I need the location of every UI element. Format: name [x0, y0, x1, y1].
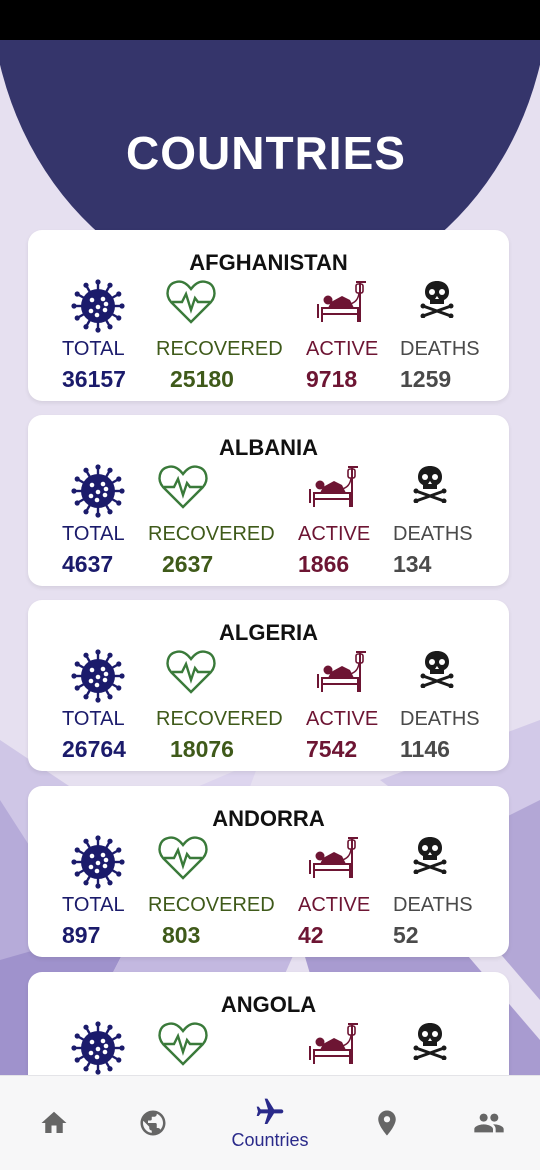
stat-label: ACTIVE	[298, 523, 371, 545]
stat-label: RECOVERED	[148, 894, 275, 916]
stat-recovered: RECOVERED 25180	[156, 230, 286, 401]
hospital-bed-icon	[309, 837, 358, 878]
nav-globe[interactable]	[99, 1076, 207, 1170]
stat-value: 42	[298, 922, 324, 948]
active-icon-wrapper	[306, 834, 364, 886]
globe-icon	[140, 1110, 166, 1135]
virus-icon	[71, 649, 125, 703]
page-title: COUNTRIES	[126, 127, 406, 179]
deaths-icon-wrapper	[420, 648, 454, 700]
skull-crossbones-icon	[420, 281, 454, 318]
nav-countries-label: Countries	[231, 1130, 309, 1150]
home-icon	[41, 1111, 67, 1133]
deaths-icon-wrapper	[413, 463, 447, 515]
recovered-icon-wrapper	[156, 834, 210, 886]
skull-crossbones-icon	[413, 837, 447, 874]
stat-recovered: RECOVERED 803	[148, 786, 278, 957]
people-icon	[474, 1113, 504, 1132]
stat-label: TOTAL	[62, 523, 125, 545]
active-icon-wrapper	[306, 463, 364, 515]
stat-value: 7542	[306, 736, 358, 762]
total-icon-wrapper	[70, 834, 126, 889]
stat-deaths: DEATHS 52	[393, 786, 523, 957]
virus-icon	[71, 464, 125, 518]
stat-value: 36157	[62, 366, 126, 392]
hospital-bed-icon	[309, 1023, 358, 1064]
country-card[interactable]: ALGERIA TOTAL 26764 RECOVERED 18076 ACTIVE 754…	[28, 600, 509, 771]
heartbeat-icon	[158, 836, 208, 880]
nav-home[interactable]	[0, 1076, 108, 1170]
stat-value: 803	[162, 922, 201, 948]
stat-label: DEATHS	[393, 894, 473, 916]
total-icon-wrapper	[70, 1020, 126, 1075]
stat-value: 1259	[400, 366, 452, 392]
recovered-icon-wrapper	[156, 1020, 210, 1072]
deaths-icon-wrapper	[413, 834, 447, 886]
stat-label: ACTIVE	[306, 708, 379, 730]
heartbeat-icon	[158, 1022, 208, 1066]
virus-icon	[71, 1021, 125, 1075]
stat-value: 1866	[298, 551, 350, 577]
total-icon-wrapper	[70, 648, 126, 703]
hospital-bed-icon	[317, 281, 366, 322]
stat-value: 26764	[62, 736, 126, 762]
country-card[interactable]: AFGHANISTAN TOTAL 36157 RECOVERED 25180 ACTIV…	[28, 230, 509, 401]
stat-value: 4637	[62, 551, 114, 577]
stat-label: RECOVERED	[156, 708, 283, 730]
active-icon-wrapper	[314, 278, 372, 330]
recovered-icon-wrapper	[156, 463, 210, 515]
recovered-icon-wrapper	[164, 278, 218, 330]
stat-label: DEATHS	[400, 708, 480, 730]
deaths-icon-wrapper	[413, 1020, 447, 1072]
stat-value: 897	[62, 922, 101, 948]
country-card[interactable]: ANDORRA TOTAL 897 RECOVERED 803 ACTIVE 42 DEATH…	[28, 786, 509, 957]
stat-value: 25180	[170, 366, 234, 392]
stat-label: DEATHS	[393, 523, 473, 545]
stat-recovered: RECOVERED 18076	[156, 600, 286, 771]
stat-value: 18076	[170, 736, 234, 762]
country-card[interactable]: ALBANIA TOTAL 4637 RECOVERED 2637 ACTIVE 1866 D…	[28, 415, 509, 586]
bottom-navigation: Countries	[0, 1075, 540, 1170]
stat-label: TOTAL	[62, 338, 125, 360]
airplane-icon	[256, 1098, 284, 1124]
stat-label: ACTIVE	[306, 338, 379, 360]
active-icon-wrapper	[306, 1020, 364, 1072]
stat-label: TOTAL	[62, 894, 125, 916]
skull-crossbones-icon	[420, 651, 454, 688]
total-icon-wrapper	[70, 278, 126, 333]
active-icon-wrapper	[314, 648, 372, 700]
stat-deaths: DEATHS 134	[393, 415, 523, 586]
hospital-bed-icon	[309, 466, 358, 507]
stat-deaths: DEATHS 1146	[400, 600, 530, 771]
hospital-bed-icon	[317, 651, 366, 692]
virus-icon	[71, 835, 125, 889]
stat-value: 134	[393, 551, 432, 577]
virus-icon	[71, 279, 125, 333]
heartbeat-icon	[166, 280, 216, 324]
stat-recovered: RECOVERED 2637	[148, 415, 278, 586]
heartbeat-icon	[166, 650, 216, 694]
stat-label: RECOVERED	[148, 523, 275, 545]
total-icon-wrapper	[70, 463, 126, 518]
stat-value: 52	[393, 922, 419, 948]
deaths-icon-wrapper	[420, 278, 454, 330]
recovered-icon-wrapper	[164, 648, 218, 700]
stat-label: TOTAL	[62, 708, 125, 730]
status-bar	[0, 0, 540, 40]
stat-value: 1146	[400, 736, 450, 762]
heartbeat-icon	[158, 465, 208, 509]
location-pin-icon	[378, 1110, 396, 1135]
stat-label: RECOVERED	[156, 338, 283, 360]
stat-label: DEATHS	[400, 338, 480, 360]
stat-deaths: DEATHS 1259	[400, 230, 530, 401]
country-card[interactable]: ANGOLA	[28, 972, 509, 1092]
nav-countries[interactable]: Countries	[216, 1076, 324, 1170]
skull-crossbones-icon	[413, 466, 447, 503]
stat-label: ACTIVE	[298, 894, 371, 916]
stat-value: 9718	[306, 366, 358, 392]
skull-crossbones-icon	[413, 1023, 447, 1060]
nav-location[interactable]	[333, 1076, 441, 1170]
nav-people[interactable]	[435, 1076, 540, 1170]
stat-value: 2637	[162, 551, 214, 577]
